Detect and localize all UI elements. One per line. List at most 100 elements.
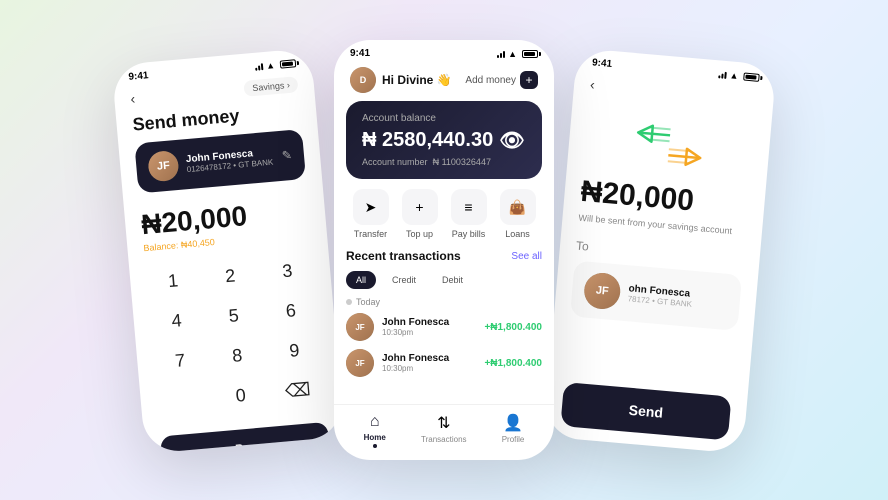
date-text: Today [356,297,380,307]
nav-active-dot [373,444,377,448]
key-5[interactable]: 5 [206,295,262,336]
greeting-text: Hi Divine 👋 [382,73,452,87]
status-icons-left: ▲ [255,58,297,72]
status-bar-mid: 9:41 ▲ [334,40,554,63]
proceed-button[interactable]: Pro [160,422,331,454]
back-button-left[interactable]: ‹ [130,90,136,106]
key-6[interactable]: 6 [263,290,319,331]
transactions-section: Recent transactions See all All Credit D… [334,249,554,404]
user-greeting: D Hi Divine 👋 [350,67,452,93]
right-recipient-avatar: JF [583,271,622,310]
date-dot [346,299,352,305]
mid-phone: 9:41 ▲ D Hi Divine 👋 [334,40,554,460]
transfer-button[interactable]: ➤ Transfer [353,189,389,239]
transactions-icon: ⇅ [437,413,450,433]
add-money-button[interactable]: Add money + [465,71,538,89]
key-2[interactable]: 2 [202,256,258,297]
loans-icon: 👜 [500,189,536,225]
filter-credit[interactable]: Credit [382,271,426,289]
trans-time-2: 10:30pm [382,364,476,373]
mid-header: D Hi Divine 👋 Add money + [334,63,554,101]
see-all-link[interactable]: See all [511,251,542,262]
right-arrows [668,147,701,166]
trans-amount-1: +₦1,800.400 [484,322,542,333]
status-icons-right: ▲ [718,69,760,83]
wifi-icon-mid: ▲ [508,49,517,59]
savings-badge[interactable]: Savings › [244,76,299,97]
trans-time-1: 10:30pm [382,328,476,337]
key-empty [155,380,211,421]
key-3[interactable]: 3 [259,251,315,292]
account-number: Account number ₦ 1100326447 [362,157,526,167]
send-button[interactable]: Send [560,382,731,440]
paybills-label: Pay bills [452,229,486,239]
status-time-right: 9:41 [592,57,613,70]
transaction-item-2: JF John Fonesca 10:30pm +₦1,800.400 [346,349,542,377]
filter-debit[interactable]: Debit [432,271,473,289]
home-icon: ⌂ [370,413,380,431]
signal-icon [255,62,264,71]
paybills-button[interactable]: ≡ Pay bills [451,189,487,239]
topup-icon: + [402,189,438,225]
account-number-value: ₦ 1100326447 [433,157,491,167]
profile-icon: 👤 [503,413,523,433]
trans-details-2: John Fonesca 10:30pm [382,353,476,373]
status-time-left: 9:41 [128,70,149,83]
balance-card: Account balance ₦ 2580,440.30 👁 Account … [346,101,542,179]
nav-home-label: Home [364,433,386,442]
transfer-label: Transfer [354,229,387,239]
user-avatar: D [350,67,376,93]
key-4[interactable]: 4 [148,300,204,341]
action-buttons: ➤ Transfer + Top up ≡ Pay bills 👜 Loans [334,189,554,249]
battery-icon-mid [522,50,538,58]
transactions-header: Recent transactions See all [346,249,542,263]
recipient-avatar: JF [147,150,180,183]
add-icon: + [520,71,538,89]
key-1[interactable]: 1 [145,261,201,302]
filter-all[interactable]: All [346,271,376,289]
status-time-mid: 9:41 [350,48,370,59]
recipient-details: John Fonesca 0126478172 • GT BANK [185,147,273,174]
eye-icon[interactable]: 👁 [499,128,524,153]
balance-card-label: Account balance [362,113,526,124]
balance-value: ₦ 2580,440.30 [362,129,493,152]
wifi-icon-right: ▲ [729,70,739,81]
trans-name-1: John Fonesca [382,317,476,328]
back-button-right[interactable]: ‹ [590,76,596,92]
key-8[interactable]: 8 [209,335,265,376]
signal-icon-mid [497,50,505,58]
paybills-icon: ≡ [451,189,487,225]
recipient-face: JF [147,150,180,183]
numpad: 1 2 3 4 5 6 7 8 9 0 ⌫ [128,241,342,430]
loans-button[interactable]: 👜 Loans [500,189,536,239]
right-recipient-details: ohn Fonesca 78172 • GT BANK [627,283,693,309]
wifi-icon: ▲ [266,60,276,71]
transfer-icon: ➤ [353,189,389,225]
key-0[interactable]: 0 [213,375,269,416]
status-icons-mid: ▲ [497,49,538,59]
right-phone: 9:41 ▲ ‹ [543,48,776,454]
topup-button[interactable]: + Top up [402,189,438,239]
transactions-title: Recent transactions [346,249,461,263]
balance-amount: ₦ 2580,440.30 👁 [362,128,526,153]
date-label: Today [346,297,542,307]
trans-details-1: John Fonesca 10:30pm [382,317,476,337]
topup-label: Top up [406,229,433,239]
recipient-info: JF John Fonesca 0126478172 • GT BANK [147,142,274,183]
transaction-item-1: JF John Fonesca 10:30pm +₦1,800.400 [346,313,542,341]
signal-icon-right [718,70,727,79]
account-label: Account number [362,157,428,167]
nav-transactions[interactable]: ⇅ Transactions [421,413,467,448]
nav-profile-label: Profile [502,435,525,444]
add-money-label: Add money [465,75,516,86]
transfer-animation [627,116,711,178]
key-9[interactable]: 9 [266,330,322,371]
nav-home[interactable]: ⌂ Home [364,413,386,448]
trans-name-2: John Fonesca [382,353,476,364]
edit-icon[interactable]: ✎ [281,148,292,163]
trans-avatar-1: JF [346,313,374,341]
key-7[interactable]: 7 [152,340,208,381]
key-backspace[interactable]: ⌫ [270,370,326,411]
battery-icon [280,59,297,68]
nav-profile[interactable]: 👤 Profile [502,413,525,448]
